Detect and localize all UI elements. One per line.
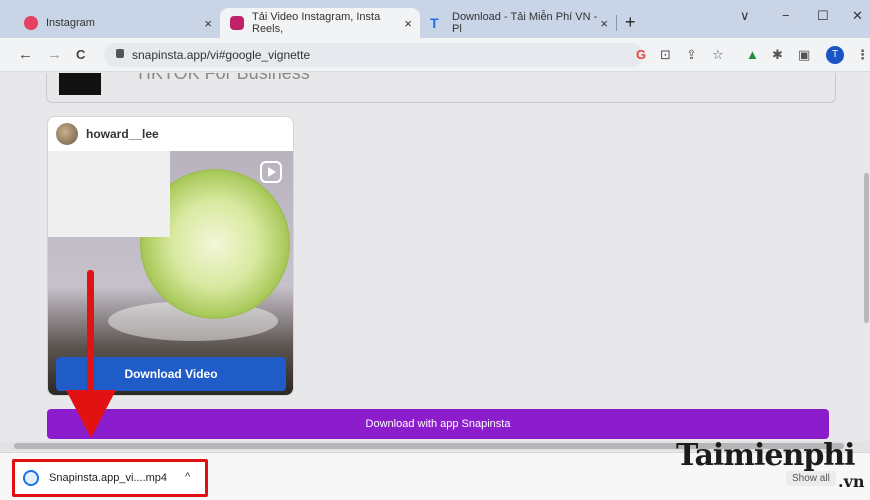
download-site-icon: T (430, 15, 439, 31)
previous-post-thumbnail (59, 73, 101, 95)
install-app-icon[interactable]: ⊡ (660, 47, 671, 63)
tab-search-icon[interactable]: ∨ (740, 8, 750, 24)
bookmark-star-icon[interactable]: ☆ (712, 47, 724, 63)
url-text[interactable]: snapinsta.app/vi#google_vignette (132, 48, 310, 62)
maximize-button[interactable]: ☐ (817, 8, 829, 24)
previous-post-card: TIKTOK For Business (46, 73, 836, 103)
download-file-name[interactable]: Snapinsta.app_vi....mp4 (49, 472, 167, 484)
new-tab-button[interactable]: + (625, 12, 636, 33)
tab-divider (616, 15, 617, 31)
forward-button[interactable]: → (47, 46, 62, 63)
chevron-up-icon[interactable]: ^ (185, 471, 190, 483)
lock-icon (116, 49, 124, 58)
tab-title: Download - Tải Miễn Phí VN - Pl (452, 11, 598, 35)
post-header: howard__lee (48, 117, 293, 151)
side-panel-icon[interactable]: ▣ (798, 47, 810, 63)
post-media: Download Video (48, 151, 293, 395)
tab-instagram[interactable]: Instagram × (14, 8, 220, 38)
google-icon[interactable]: G (636, 47, 646, 62)
previous-post-text: TIKTOK For Business (135, 73, 310, 83)
drive-icon[interactable]: ▲ (746, 47, 759, 62)
back-button[interactable]: ← (18, 46, 33, 63)
post-username[interactable]: howard__lee (86, 127, 159, 141)
browser-toolbar: ← → C snapinsta.app/vi#google_vignette G… (0, 38, 870, 72)
extensions-icon[interactable]: ✱ (772, 47, 783, 63)
annotation-arrow-shaft (87, 270, 94, 400)
profile-avatar[interactable]: T (826, 46, 844, 64)
download-with-app-button[interactable]: Download with app Snapinsta (47, 409, 829, 439)
watermark-logo: Taimienphi (676, 438, 856, 473)
address-bar[interactable]: snapinsta.app/vi#google_vignette (104, 43, 644, 67)
tab-title: Instagram (46, 17, 95, 29)
close-tab-icon[interactable]: × (404, 16, 412, 31)
annotation-arrow-head (66, 390, 116, 438)
minimize-button[interactable]: − (782, 8, 790, 23)
play-icon[interactable] (260, 161, 282, 183)
download-item[interactable]: Snapinsta.app_vi....mp4 ^ (12, 459, 208, 497)
close-tab-icon[interactable]: × (204, 16, 212, 31)
post-card: howard__lee Download Video (47, 116, 294, 396)
page-content: TIKTOK For Business howard__lee Download… (0, 73, 870, 453)
snapinsta-icon (230, 16, 244, 30)
vertical-scrollbar[interactable] (864, 173, 869, 323)
tab-strip: Instagram × Tải Video Instagram, Insta R… (0, 0, 870, 38)
avatar (56, 123, 78, 145)
menu-icon[interactable]: ⋮ (856, 47, 869, 63)
tab-snapinsta[interactable]: Tải Video Instagram, Insta Reels, × (220, 8, 420, 38)
share-icon[interactable]: ⇪ (686, 47, 697, 63)
close-tab-icon[interactable]: × (600, 16, 608, 31)
media-placeholder (48, 151, 170, 237)
watermark-domain: .vn (838, 472, 865, 491)
instagram-icon (24, 16, 38, 30)
file-icon (23, 470, 39, 486)
show-all-button[interactable]: Show all (786, 471, 836, 486)
tab-title: Tải Video Instagram, Insta Reels, (252, 11, 381, 35)
close-window-button[interactable]: ✕ (852, 8, 863, 24)
reload-button[interactable]: C (76, 47, 85, 62)
tab-download[interactable]: T Download - Tải Miễn Phí VN - Pl × (420, 8, 616, 38)
